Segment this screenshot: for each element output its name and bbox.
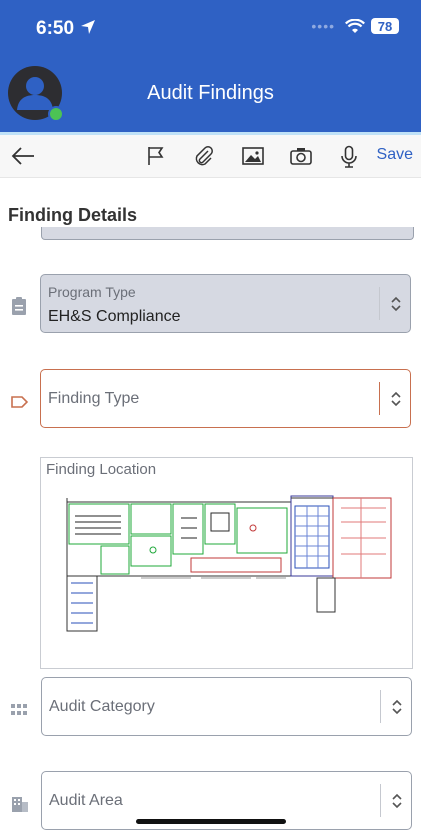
building-icon — [12, 797, 28, 812]
audit-category-placeholder: Audit Category — [49, 698, 155, 715]
microphone-icon[interactable] — [339, 145, 359, 169]
finding-type-select[interactable]: Finding Type — [40, 369, 411, 428]
clipboard-icon — [12, 297, 26, 315]
finding-location-map[interactable]: Finding Location — [40, 457, 413, 669]
program-type-select[interactable]: Program Type EH&S Compliance — [40, 274, 411, 333]
battery-level: 78 — [377, 18, 393, 34]
select-separator — [380, 784, 381, 817]
grid-icon — [11, 704, 27, 715]
home-indicator — [136, 819, 286, 824]
location-arrow-icon — [81, 20, 95, 34]
previous-field-edge — [41, 227, 414, 240]
section-title: Finding Details — [8, 205, 138, 225]
battery-icon: 78 — [371, 18, 399, 34]
finding-type-placeholder: Finding Type — [48, 390, 140, 407]
image-icon[interactable] — [241, 145, 265, 167]
back-arrow-icon[interactable] — [10, 145, 36, 167]
status-indicators: •••• 78 — [311, 18, 399, 34]
chevron-up-down-icon — [391, 391, 401, 407]
chevron-up-down-icon — [392, 793, 402, 809]
audit-area-placeholder: Audit Area — [49, 792, 123, 809]
toolbar: Save — [0, 135, 421, 178]
app-header: 6:50 •••• 78 Audit Findings — [0, 0, 421, 133]
chevron-up-down-icon — [391, 296, 401, 312]
select-separator — [379, 382, 380, 415]
audit-category-select[interactable]: Audit Category — [41, 677, 412, 736]
camera-icon[interactable] — [289, 145, 313, 167]
save-button[interactable]: Save — [377, 146, 413, 164]
wifi-icon — [345, 18, 365, 33]
signal-icon: •••• — [311, 18, 335, 34]
attachment-icon[interactable] — [193, 145, 215, 167]
presence-dot — [48, 106, 64, 122]
program-type-label: Program Type — [48, 284, 136, 300]
select-separator — [380, 690, 381, 723]
chevron-up-down-icon — [392, 699, 402, 715]
select-separator — [379, 287, 380, 320]
status-time: 6:50 — [36, 18, 75, 39]
page-title: Audit Findings — [147, 82, 274, 104]
tag-icon — [11, 396, 29, 408]
program-type-value: EH&S Compliance — [48, 308, 181, 325]
floor-plan-image[interactable] — [41, 458, 412, 668]
flag-icon[interactable] — [146, 145, 166, 167]
